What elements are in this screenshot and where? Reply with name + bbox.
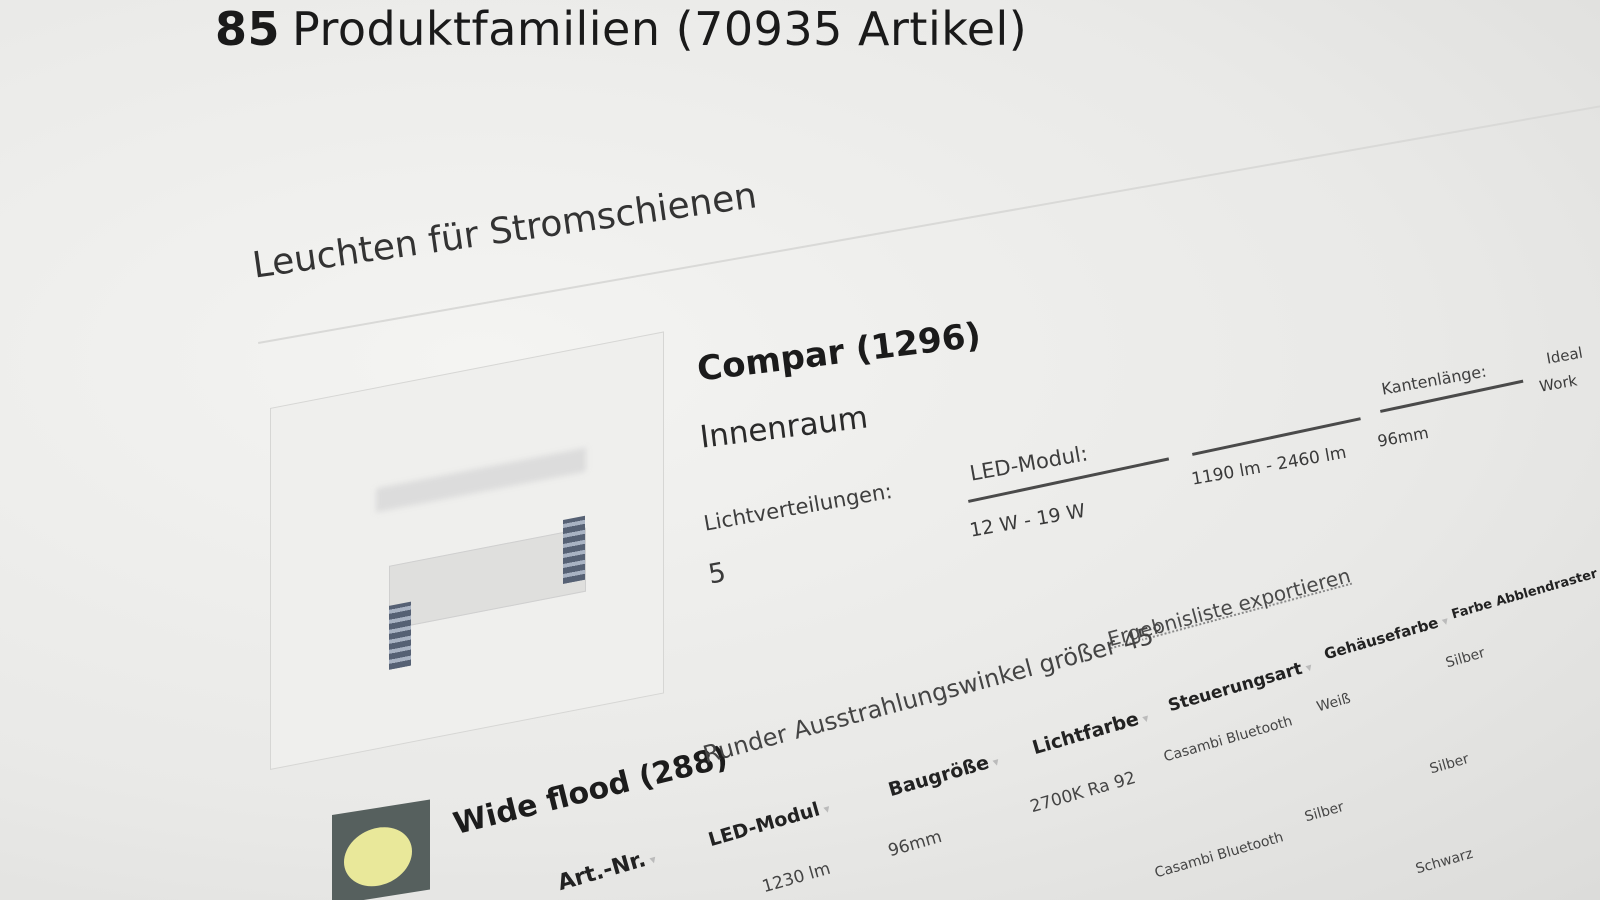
variant-description: Runder Ausstrahlungswinkel größer 45°: [700, 618, 1168, 770]
results-count: 85: [215, 2, 281, 56]
spotlight-image: [563, 515, 585, 585]
distribution-value: 5: [706, 557, 729, 591]
table-cell: Silber: [1428, 750, 1471, 778]
variant-thumbnail[interactable]: [332, 799, 430, 900]
table-cell: Schwarz: [1414, 845, 1475, 878]
property-value-edge: 96mm: [1376, 423, 1431, 451]
light-disc-image: [344, 822, 412, 892]
category-heading: Leuchten für Stromschienen: [250, 175, 760, 287]
table-cell: 2700K Ra 92: [1028, 768, 1139, 818]
column-header-led[interactable]: LED-Modul: [706, 796, 832, 851]
column-header-size[interactable]: Baugröße: [886, 749, 1001, 801]
table-cell: 1230 lm: [760, 858, 833, 898]
track-rail-image: [376, 447, 586, 513]
variant-title-link[interactable]: Wide flood (288): [450, 740, 731, 842]
column-header-cover[interactable]: Farbe Abblendraster: [1450, 564, 1600, 622]
family-subtitle: Innenraum: [698, 399, 870, 456]
spotlight-image: [389, 601, 411, 670]
screen: 85 Produktfamilien (70935 Artikel) Leucht…: [0, 0, 1600, 900]
table-cell: 96mm: [886, 826, 945, 862]
family-thumbnail[interactable]: [270, 331, 664, 770]
results-headline: 85 Produktfamilien (70935 Artikel): [215, 2, 1027, 56]
fixture-image: [389, 527, 586, 630]
column-header-control[interactable]: Steuerungsart: [1166, 656, 1314, 716]
column-header-housing[interactable]: Gehäusefarbe: [1322, 611, 1450, 663]
table-cell: Silber: [1303, 798, 1346, 826]
column-header-artnr[interactable]: Art.-Nr.: [555, 844, 659, 896]
distribution-label: Lichtverteilungen:: [702, 478, 894, 536]
column-header-lightcolor[interactable]: Lichtfarbe: [1030, 705, 1151, 759]
results-summary: Produktfamilien (70935 Artikel): [292, 2, 1028, 56]
table-cell: Weiß: [1315, 690, 1353, 716]
property-value-led: 12 W - 19 W: [968, 499, 1087, 542]
family-title-link[interactable]: Compar (1296): [695, 315, 983, 389]
property-label-ideal: Ideal: [1545, 343, 1585, 368]
table-cell: Casambi Bluetooth: [1153, 829, 1286, 882]
property-value-work: Work: [1538, 371, 1579, 396]
table-cell: Silber: [1444, 644, 1487, 672]
table-cell: Casambi Bluetooth: [1162, 713, 1295, 766]
